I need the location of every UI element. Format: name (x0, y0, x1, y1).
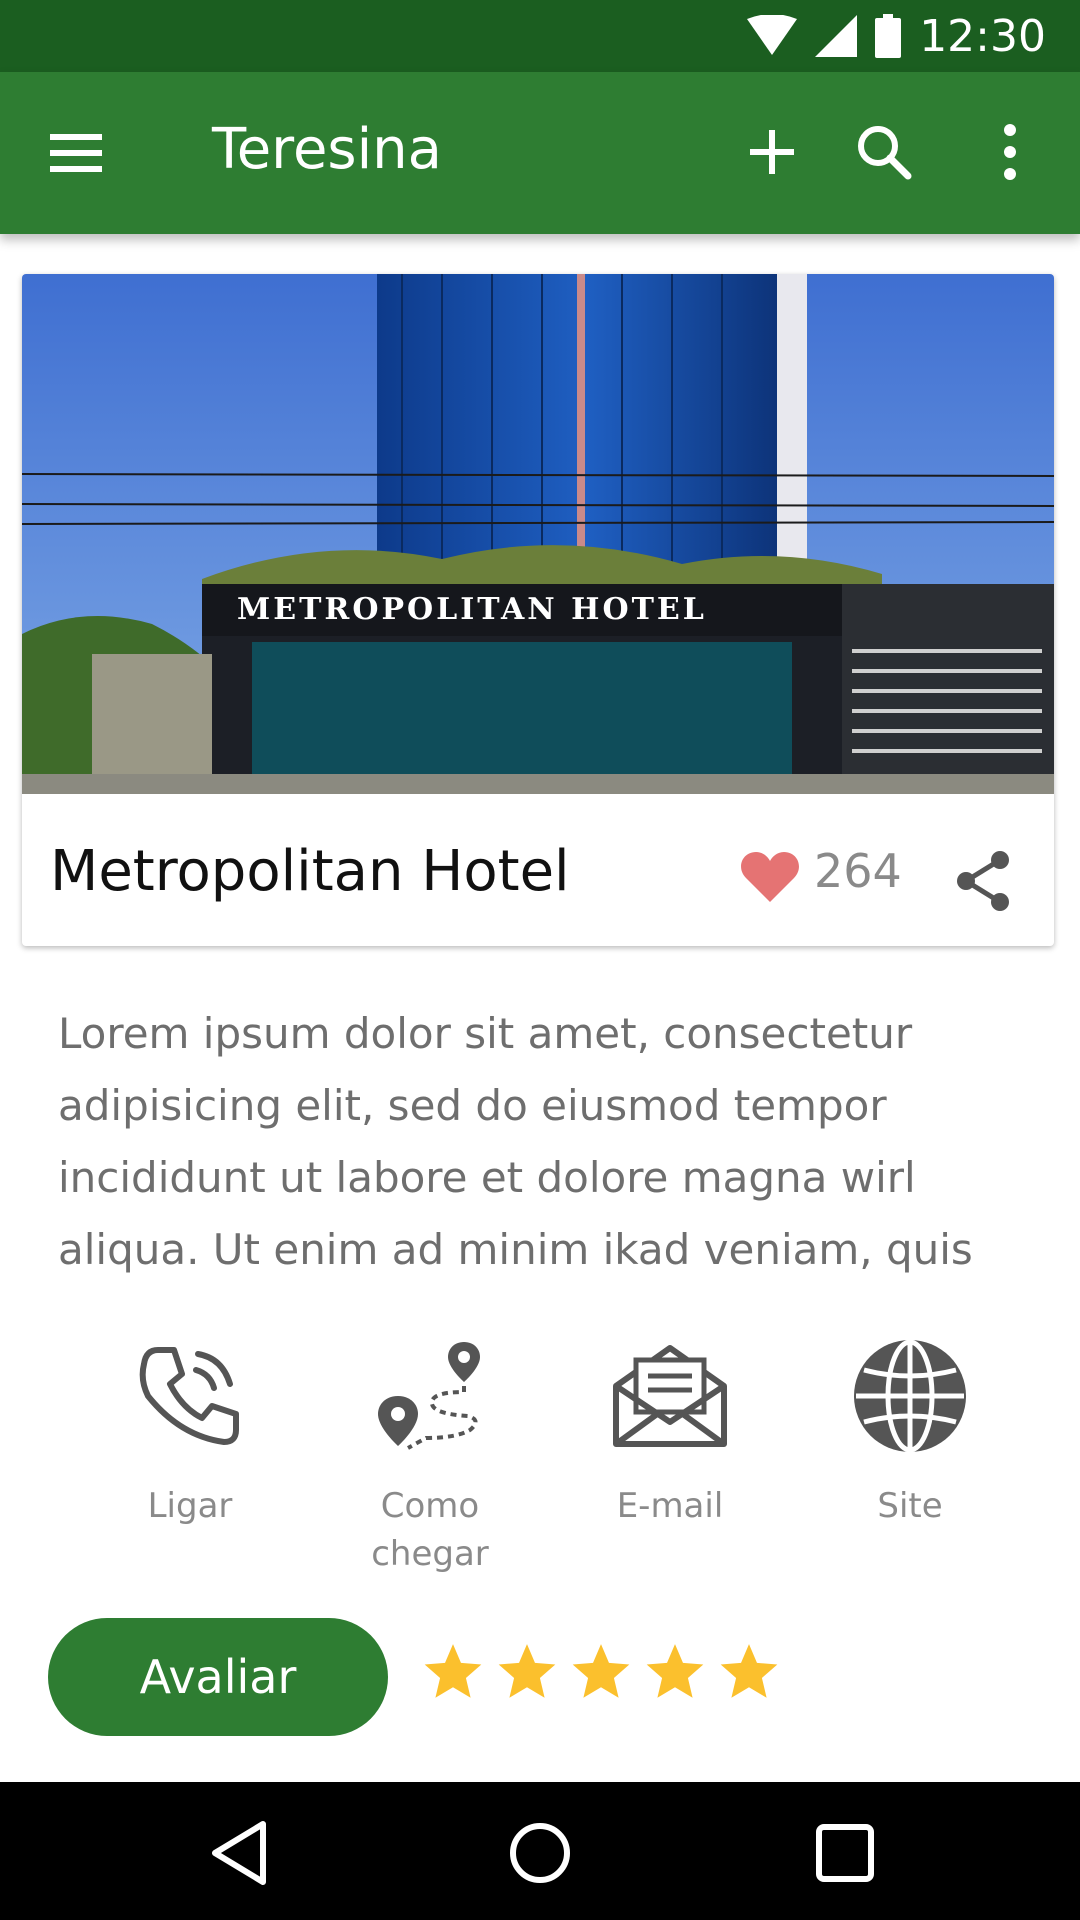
phone-icon (139, 1347, 239, 1445)
app-bar: Teresina (0, 72, 1080, 234)
website-label: Site (877, 1486, 943, 1526)
globe-icon (854, 1339, 966, 1453)
more-vert-icon[interactable] (990, 120, 1030, 184)
star-icon[interactable] (420, 1640, 486, 1706)
like-count: 264 (814, 844, 902, 898)
heart-icon[interactable] (740, 848, 800, 904)
email-icon (613, 1345, 727, 1447)
directions-action[interactable]: Como chegar (330, 1336, 530, 1578)
website-action[interactable]: Site (810, 1336, 1010, 1530)
hotel-photo: METROPOLITAN HOTEL (22, 274, 1054, 794)
page-title: Teresina (212, 117, 442, 182)
call-label: Ligar (147, 1486, 233, 1526)
contact-actions: Ligar Como chegar E-mail Site (90, 1336, 1020, 1586)
place-card[interactable]: METROPOLITAN HOTEL Metropolitan Hotel 26… (22, 274, 1054, 946)
menu-icon[interactable] (42, 124, 112, 182)
wifi-icon (747, 15, 798, 55)
recents-icon[interactable] (810, 1818, 880, 1888)
star-icon[interactable] (494, 1640, 560, 1706)
rate-button[interactable]: Avaliar (48, 1618, 388, 1736)
status-icons: 12:30 (747, 10, 1046, 62)
add-icon[interactable] (742, 122, 802, 182)
place-name: Metropolitan Hotel (50, 839, 570, 904)
route-icon (378, 1342, 480, 1450)
call-action[interactable]: Ligar (90, 1336, 290, 1530)
back-icon[interactable] (205, 1818, 275, 1888)
signal-icon (815, 15, 858, 57)
star-icon[interactable] (716, 1640, 782, 1706)
star-icon[interactable] (642, 1640, 708, 1706)
hotel-sign-text: METROPOLITAN HOTEL (237, 592, 707, 627)
status-time: 12:30 (919, 10, 1046, 62)
battery-icon (875, 14, 902, 58)
search-icon[interactable] (852, 120, 916, 184)
status-bar: 12:30 (0, 0, 1080, 72)
home-icon[interactable] (505, 1818, 575, 1888)
place-description: Lorem ipsum dolor sit amet, consectetur … (58, 1009, 973, 1274)
email-label: E-mail (616, 1486, 724, 1526)
star-icon[interactable] (568, 1640, 634, 1706)
email-action[interactable]: E-mail (570, 1336, 770, 1530)
directions-label: Como chegar (371, 1486, 489, 1574)
star-rating[interactable] (420, 1640, 782, 1706)
system-nav-bar (0, 1782, 1080, 1920)
share-icon[interactable] (952, 848, 1014, 914)
